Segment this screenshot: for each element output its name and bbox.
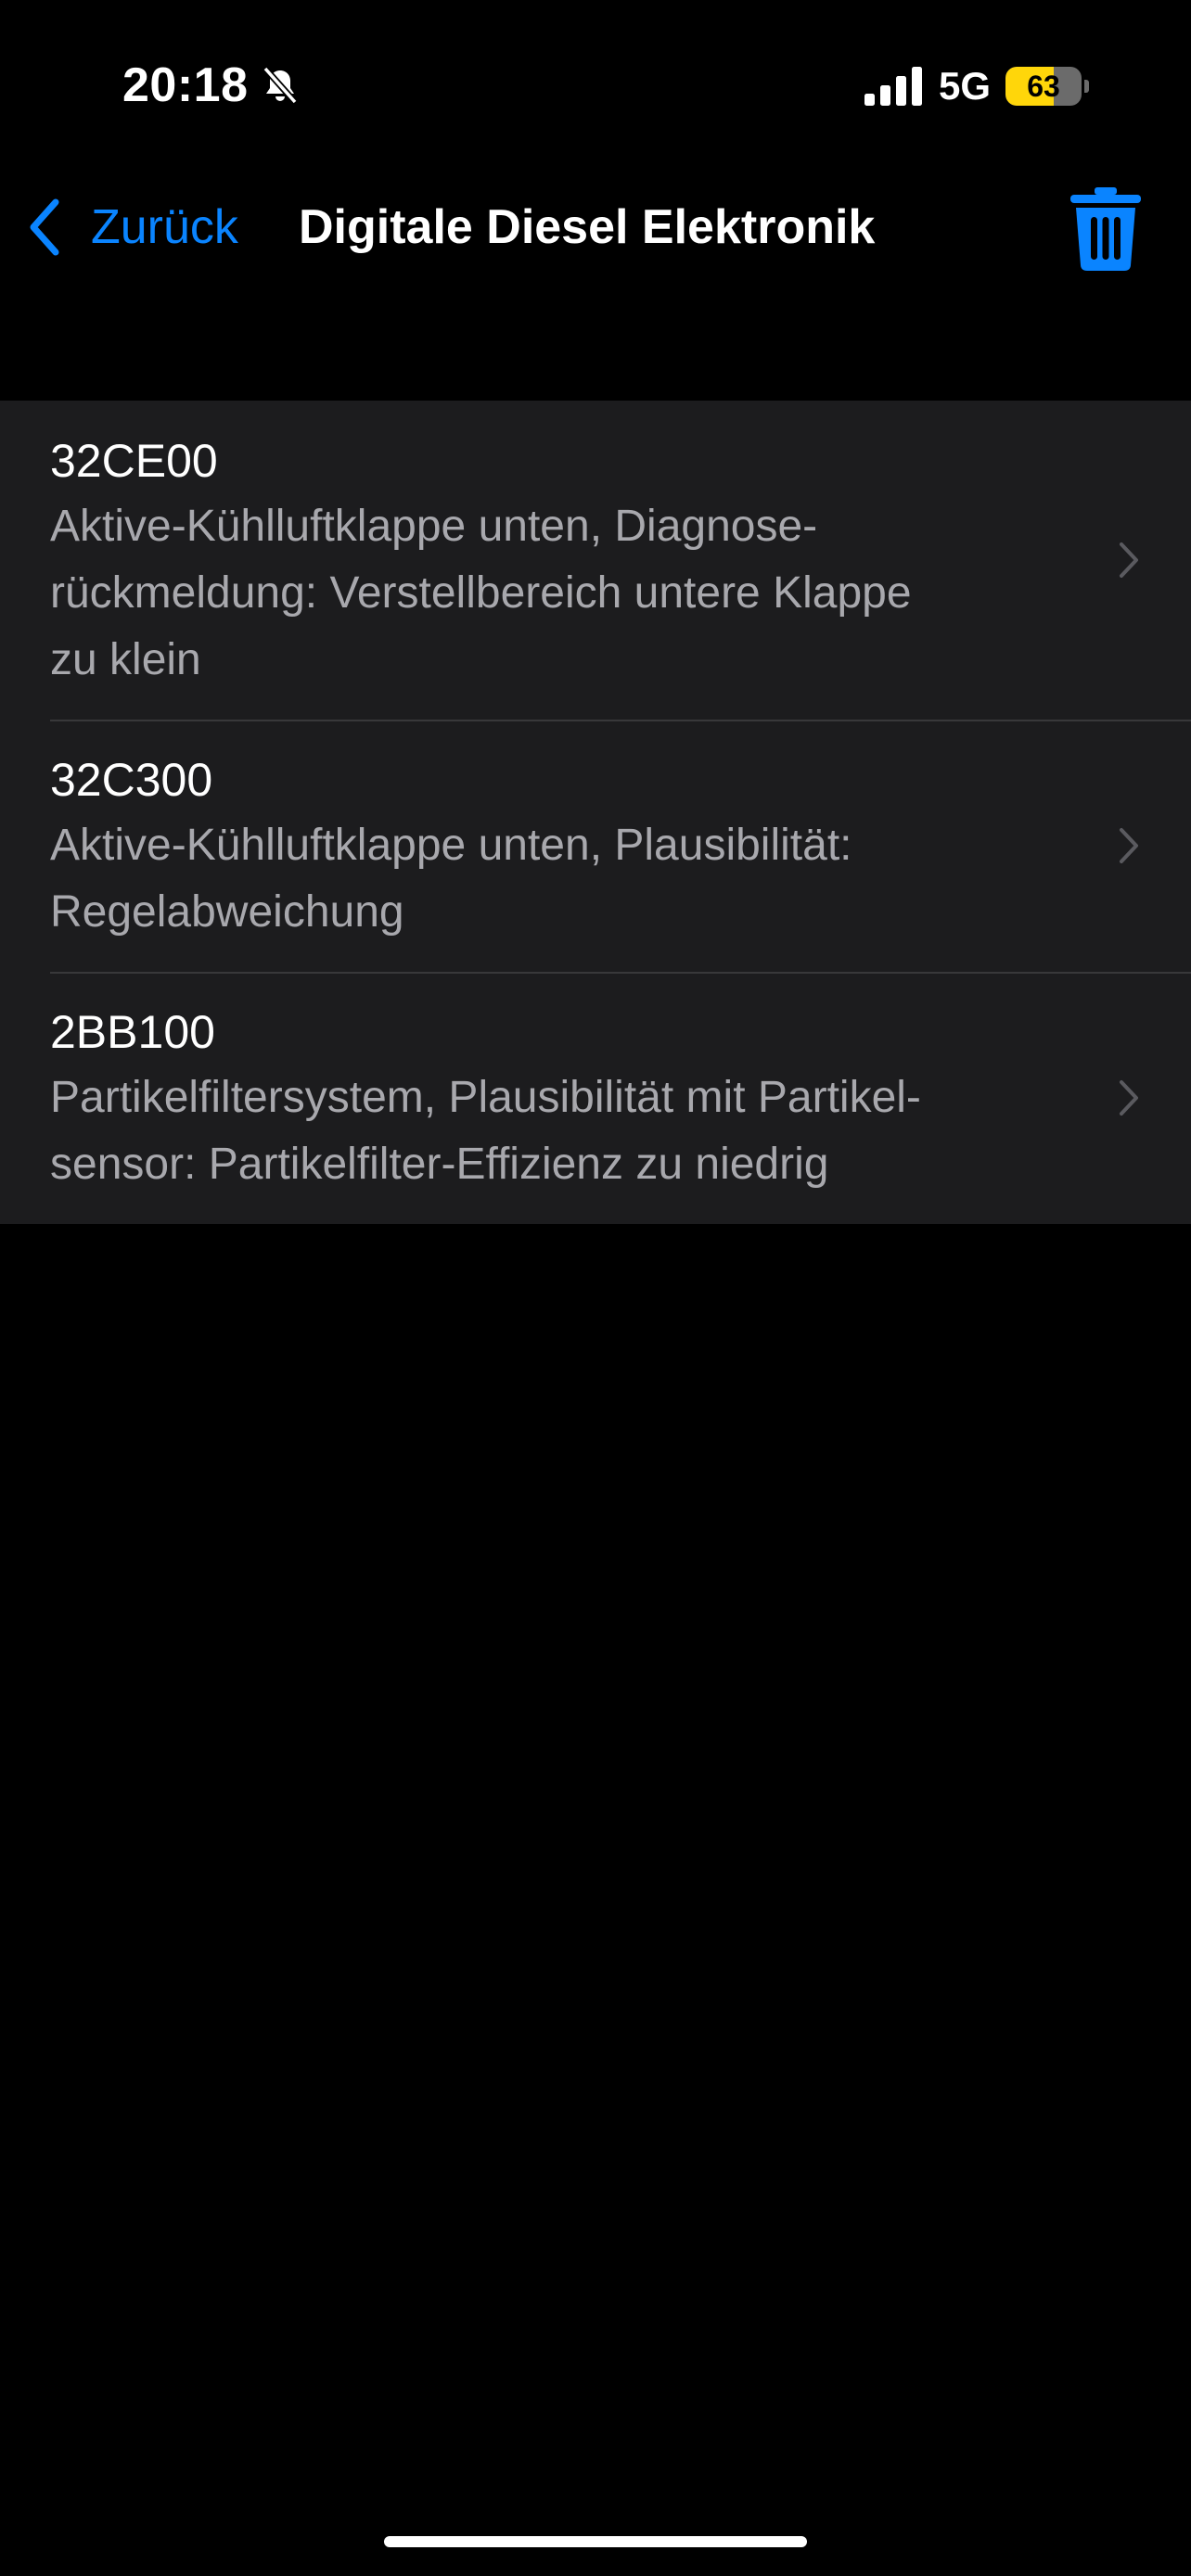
list-item[interactable]: 32C300 Aktive-Kühlluftklappe unten, Plau… (0, 720, 1191, 972)
network-type: 5G (938, 64, 991, 108)
list-item[interactable]: 32CE00 Aktive-Kühlluftklappe unten, Diag… (0, 401, 1191, 720)
fault-description-line: Regelabweichung (50, 887, 404, 937)
home-indicator[interactable] (384, 2536, 807, 2547)
battery-body: 63 (1005, 67, 1082, 106)
bell-slash-icon (262, 66, 298, 105)
list-item[interactable]: 2BB100 Partikelfiltersystem, Plausibilit… (0, 972, 1191, 1224)
fault-code-list: 32CE00 Aktive-Kühlluftklappe unten, Diag… (0, 401, 1191, 1224)
fault-description-line: Partikelfiltersystem, Plausibilität mit … (50, 1073, 921, 1122)
fault-code: 32CE00 (50, 435, 218, 487)
status-time: 20:18 (122, 58, 249, 112)
back-button[interactable]: Zurück (26, 197, 238, 258)
fault-code: 32C300 (50, 754, 213, 806)
trash-icon (1070, 187, 1141, 271)
chevron-left-icon (30, 198, 59, 256)
fault-description-line: Aktive-Kühlluftklappe unten, Diagnose- (50, 502, 818, 551)
status-bar: 20:18 5G 63 (0, 0, 1191, 176)
fault-code: 2BB100 (50, 1006, 215, 1058)
fault-description: Partikelfiltersystem, Plausibilität mit … (50, 1065, 1052, 1198)
fault-description: Aktive-Kühlluftklappe unten, Plausibilit… (50, 812, 1052, 946)
fault-description-line: zu klein (50, 635, 201, 684)
chevron-right-icon (1120, 828, 1138, 863)
cellular-signal-icon (864, 67, 922, 106)
back-label: Zurück (91, 200, 238, 254)
status-time-group: 20:18 (122, 57, 301, 113)
fault-description: Aktive-Kühlluftklappe unten, Diagnose- r… (50, 493, 1052, 694)
fault-description-line: rückmeldung: Verstellbereich untere Klap… (50, 568, 912, 618)
battery-cap (1084, 80, 1089, 93)
chevron-right-icon (1120, 1080, 1138, 1116)
delete-button[interactable] (1069, 187, 1143, 271)
navigation-bar: Zurück Digitale Diesel Elektronik (0, 176, 1191, 278)
chevron-right-icon (1120, 542, 1138, 578)
page-title: Digitale Diesel Elektronik (299, 200, 876, 254)
fault-description-line: sensor: Partikelfilter-Effizienz zu nied… (50, 1140, 829, 1189)
battery-icon: 63 (1005, 67, 1089, 106)
fault-description-line: Aktive-Kühlluftklappe unten, Plausibilit… (50, 821, 852, 870)
status-indicators: 5G 63 (864, 63, 1089, 109)
battery-level: 63 (1027, 70, 1060, 103)
